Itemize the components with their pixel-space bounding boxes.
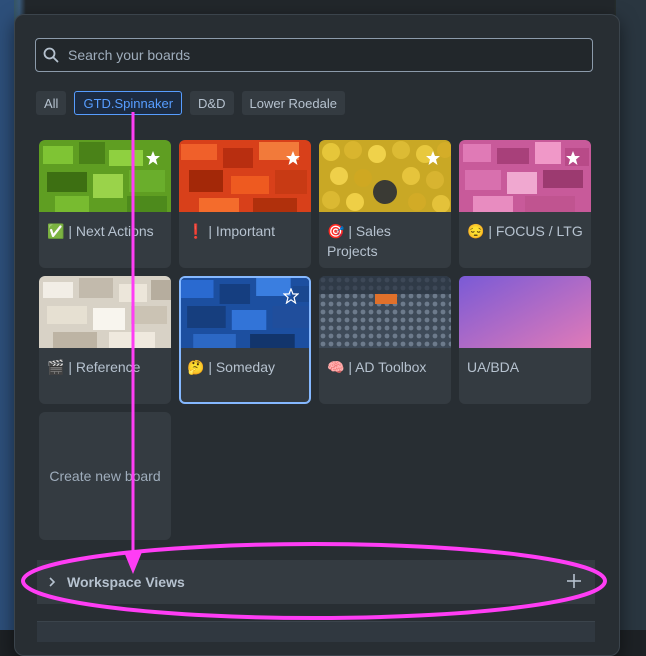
next-section-bar xyxy=(37,621,595,642)
board-title: ✅ | Next Actions xyxy=(47,223,154,239)
board-tile-ad-toolbox[interactable]: 🧠 | AD Toolbox xyxy=(319,276,451,404)
search-icon xyxy=(36,47,66,63)
search-box[interactable] xyxy=(35,38,593,72)
board-title: 😔 | FOCUS / LTG xyxy=(467,223,583,239)
board-tile-next-actions[interactable]: ✅ | Next Actions xyxy=(39,140,171,268)
workspace-filter-chips: All GTD.Spinnaker D&D Lower Roedale xyxy=(36,91,345,115)
star-icon[interactable] xyxy=(145,150,161,166)
workspace-views-section[interactable]: Workspace Views xyxy=(37,560,595,604)
filter-chip-gtd-spinnaker[interactable]: GTD.Spinnaker xyxy=(74,91,183,115)
board-title: 🤔 | Someday xyxy=(187,359,275,375)
board-thumbnail xyxy=(319,276,451,348)
board-thumbnail xyxy=(181,278,309,348)
background-left-strip xyxy=(0,0,14,630)
board-title: ❗ | Important xyxy=(187,223,275,239)
star-outline-icon[interactable] xyxy=(283,288,299,304)
board-thumbnail xyxy=(39,276,171,348)
board-title: UA/BDA xyxy=(467,359,520,375)
board-tile-reference[interactable]: 🎬 | Reference xyxy=(39,276,171,404)
filter-chip-lower-roedale[interactable]: Lower Roedale xyxy=(241,91,345,115)
board-title: 🎯 | Sales Projects xyxy=(327,223,391,259)
star-icon[interactable] xyxy=(565,150,581,166)
filter-chip-all[interactable]: All xyxy=(36,91,67,115)
board-tile-focus-ltg[interactable]: 😔 | FOCUS / LTG xyxy=(459,140,591,268)
board-tile-important[interactable]: ❗ | Important xyxy=(179,140,311,268)
board-thumbnail xyxy=(459,276,591,348)
boards-popover: All GTD.Spinnaker D&D Lower Roedale ✅ | … xyxy=(14,14,620,656)
filter-chip-dnd[interactable]: D&D xyxy=(190,91,234,115)
board-title: 🎬 | Reference xyxy=(47,359,141,375)
board-title: 🧠 | AD Toolbox xyxy=(327,359,427,375)
chevron-right-icon xyxy=(37,576,67,588)
search-input[interactable] xyxy=(66,46,570,64)
add-icon[interactable] xyxy=(565,572,583,590)
create-new-board-button[interactable]: Create new board xyxy=(39,412,171,540)
workspace-views-label: Workspace Views xyxy=(67,574,185,590)
board-grid: ✅ | Next Actions ❗ | Important 🎯 | Sales… xyxy=(39,140,591,540)
board-tile-ua-bda[interactable]: UA/BDA xyxy=(459,276,591,404)
board-tile-sales-projects[interactable]: 🎯 | Sales Projects xyxy=(319,140,451,268)
star-icon[interactable] xyxy=(425,150,441,166)
board-tile-someday[interactable]: 🤔 | Someday xyxy=(179,276,311,404)
star-icon[interactable] xyxy=(285,150,301,166)
background-right-strip xyxy=(616,0,646,630)
